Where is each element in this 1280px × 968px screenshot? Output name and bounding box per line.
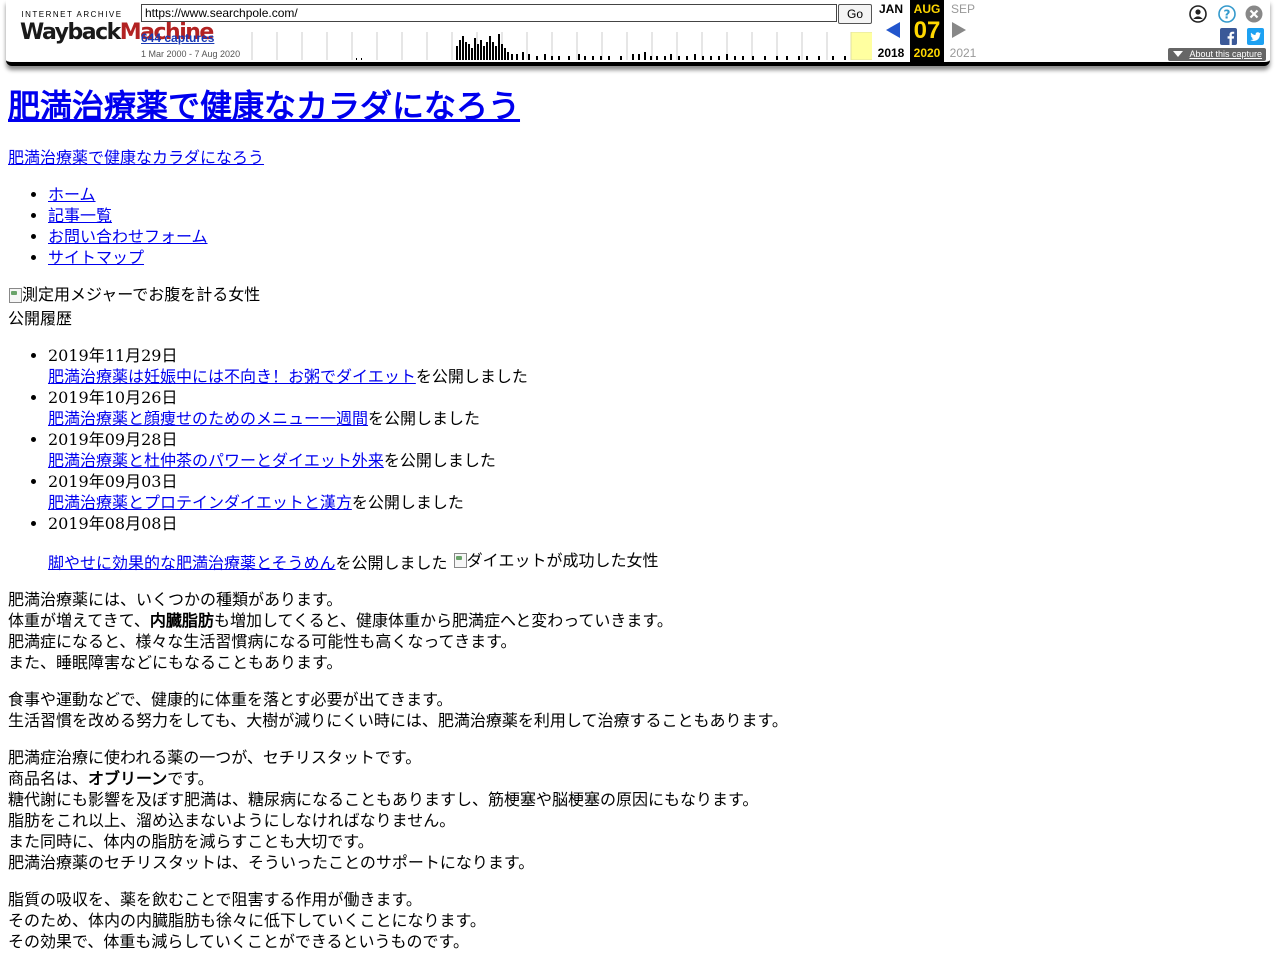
site-subtitle-link[interactable]: 肥満治療薬で健康なカラダになろう [8, 147, 1268, 168]
history-image-alt: ダイエットが成功した女性 [466, 550, 659, 570]
para-line: 肥満症になると、様々な生活習慣病になる可能性も高くなってきます。 [8, 632, 517, 651]
current-day: 07 [913, 17, 941, 44]
prev-capture-column[interactable]: JAN 2018 [874, 0, 908, 62]
history-item: 2019年08月08日 脚やせに効果的な肥満治療薬とそうめんを公開しました ダイ… [48, 513, 1268, 574]
history-suffix: を公開しました [415, 366, 528, 386]
history-item: 2019年11月29日 肥満治療薬は妊娠中には不向き！お粥でダイエットを公開しま… [48, 345, 1268, 387]
para-line: そのため、体内の内臓脂肪も徐々に低下していくことになります。 [8, 911, 486, 930]
user-icon[interactable] [1189, 5, 1207, 23]
para-line: 肥満治療薬には、いくつかの種類があります。 [8, 590, 343, 609]
keyword-product-name: オブリーン [88, 769, 168, 788]
hero-image-alt: 測定用メジャーでお腹を計る女性 [22, 285, 261, 304]
history-date: 2019年10月26日 [48, 387, 178, 407]
history-suffix: を公開しました [335, 553, 448, 572]
site-title: 肥満治療薬で健康なカラダになろう [8, 84, 1268, 128]
facebook-icon[interactable] [1220, 28, 1238, 46]
logo-top-text: INTERNET ARCHIVE [21, 10, 123, 19]
para-line: また、睡眠障害などにもなることもあります。 [8, 653, 343, 672]
close-icon[interactable] [1245, 5, 1263, 23]
history-link[interactable]: 肥満治療薬と杜仲茶のパワーとダイエット外来 [48, 451, 384, 470]
para-line: 肥満治療薬のセチリスタットは、そういったことのサポートになります。 [8, 853, 535, 872]
para-line: 脂質の吸収を、薬を飲むことで阻害する作用が働きます。 [8, 890, 422, 909]
history-date: 2019年08月08日 [48, 513, 178, 533]
history-suffix: を公開しました [383, 450, 496, 470]
current-capture-column: AUG 07 2020 [910, 0, 944, 62]
wayback-logo[interactable]: INTERNET ARCHIVE WaybackMachine [20, 10, 214, 50]
page-content: 肥満治療薬で健康なカラダになろう 肥満治療薬で健康なカラダになろう ホーム 記事… [8, 84, 1268, 968]
keyword-visceral-fat: 内臓脂肪 [149, 611, 214, 630]
history-link[interactable]: 肥満治療薬は妊娠中には不向き！お粥でダイエット [48, 367, 416, 386]
para-line: その効果で、体重も減らしていくことができるというものです。 [8, 932, 469, 951]
history-suffix: を公開しました [368, 408, 481, 428]
logo-main-a: Wayback [20, 20, 121, 45]
nav-item-sitemap: サイトマップ [48, 247, 1268, 268]
history-link[interactable]: 脚やせに効果的な肥満治療薬とそうめん [48, 553, 336, 572]
next-month: SEP [950, 2, 975, 16]
capture-sparkline[interactable] [246, 32, 872, 60]
go-button[interactable]: Go [838, 4, 872, 24]
para-line: も増加してくると、健康体重から肥満症へと変わっていきます。 [213, 611, 673, 630]
twitter-icon[interactable] [1247, 28, 1265, 46]
current-year: 2020 [913, 46, 941, 60]
history-date: 2019年09月28日 [48, 429, 178, 449]
wayback-toolbar: INTERNET ARCHIVE WaybackMachine https://… [6, 0, 1270, 66]
para-line: 脂肪をこれ以上、溜め込まないようにしなければなりません。 [8, 811, 456, 830]
global-nav: ホーム 記事一覧 お問い合わせフォーム サイトマップ [8, 184, 1268, 268]
para-line: 食事や運動などで、健康的に体重を落とす必要が出てきます。 [8, 690, 453, 709]
history-link[interactable]: 肥満治療薬とプロテインダイエットと漢方 [48, 493, 352, 512]
history-item: 2019年10月26日 肥満治療薬と顔痩せのためのメニュー一週間を公開しました [48, 387, 1268, 429]
para-line: また同時に、体内の脂肪を減らすことも大切です。 [8, 832, 374, 851]
nav-link-sitemap[interactable]: サイトマップ [48, 248, 144, 267]
captures-link[interactable]: 644 captures [141, 31, 214, 45]
capture-range: 1 Mar 2000 - 7 Aug 2020 [141, 49, 241, 59]
site-title-link[interactable]: 肥満治療薬で健康なカラダになろう [8, 87, 520, 125]
article-paragraph-1: 肥満治療薬には、いくつかの種類があります。 体重が増えてきて、内臓脂肪も増加して… [8, 589, 1268, 673]
para-line: です。 [167, 769, 214, 788]
history-date: 2019年11月29日 [48, 345, 178, 365]
para-line: 肥満症治療に使われる薬の一つが、セチリスタットです。 [8, 748, 422, 767]
para-line: 生活習慣を改める努力をしても、大樹が減りにくい時には、肥満治療薬を利用して治療す… [8, 711, 788, 730]
url-input[interactable]: https://www.searchpole.com/ [141, 4, 837, 22]
para-line: 商品名は、 [8, 769, 89, 788]
history-item: 2019年09月28日 肥満治療薬と杜仲茶のパワーとダイエット外来を公開しました [48, 429, 1268, 471]
nav-link-home[interactable]: ホーム [48, 185, 96, 204]
svg-text:?: ? [1224, 8, 1231, 22]
history-item: 2019年09月03日 肥満治療薬とプロテインダイエットと漢方を公開しました [48, 471, 1268, 513]
history-list: 2019年11月29日 肥満治療薬は妊娠中には不向き！お粥でダイエットを公開しま… [8, 345, 1268, 574]
nav-item-home: ホーム [48, 184, 1268, 205]
logo-main-text: WaybackMachine [20, 20, 214, 46]
history-link[interactable]: 肥満治療薬と顔痩せのためのメニュー一週間 [48, 409, 368, 428]
next-arrow-icon[interactable] [952, 22, 966, 38]
about-capture-button[interactable]: About this capture [1168, 48, 1266, 61]
next-year: 2021 [949, 46, 977, 60]
broken-image-icon [8, 287, 22, 303]
help-icon[interactable]: ? [1218, 5, 1236, 23]
article-paragraph-3: 肥満症治療に使われる薬の一つが、セチリスタットです。 商品名は、オブリーンです。… [8, 747, 1268, 873]
about-capture-label: About this capture [1189, 49, 1262, 59]
prev-arrow-icon[interactable] [886, 22, 900, 38]
history-image: ダイエットが成功した女性 [453, 550, 659, 571]
broken-image-icon [453, 552, 467, 568]
caret-down-icon [1173, 51, 1183, 57]
nav-link-contact[interactable]: お問い合わせフォーム [48, 227, 208, 246]
nav-item-articles: 記事一覧 [48, 205, 1268, 226]
article-paragraph-4: 脂質の吸収を、薬を飲むことで阻害する作用が働きます。 そのため、体内の内臓脂肪も… [8, 889, 1268, 952]
history-suffix: を公開しました [351, 492, 464, 512]
history-date: 2019年09月03日 [48, 471, 178, 491]
nav-item-contact: お問い合わせフォーム [48, 226, 1268, 247]
next-capture-column[interactable]: SEP 2021 [946, 0, 980, 62]
hero-image: 測定用メジャーでお腹を計る女性 [8, 284, 260, 305]
para-line: 体重が増えてきて、 [8, 611, 150, 630]
prev-year: 2018 [877, 46, 905, 60]
history-heading: 公開履歴 [8, 308, 73, 328]
para-line: 糖代謝にも影響を及ぼす肥満は、糖尿病になることもありますし、筋梗塞や脳梗塞の原因… [8, 790, 759, 809]
nav-link-articles[interactable]: 記事一覧 [48, 206, 112, 225]
article-paragraph-2: 食事や運動などで、健康的に体重を落とす必要が出てきます。 生活習慣を改める努力を… [8, 689, 1268, 731]
current-month: AUG [913, 2, 941, 16]
prev-month: JAN [878, 2, 903, 16]
